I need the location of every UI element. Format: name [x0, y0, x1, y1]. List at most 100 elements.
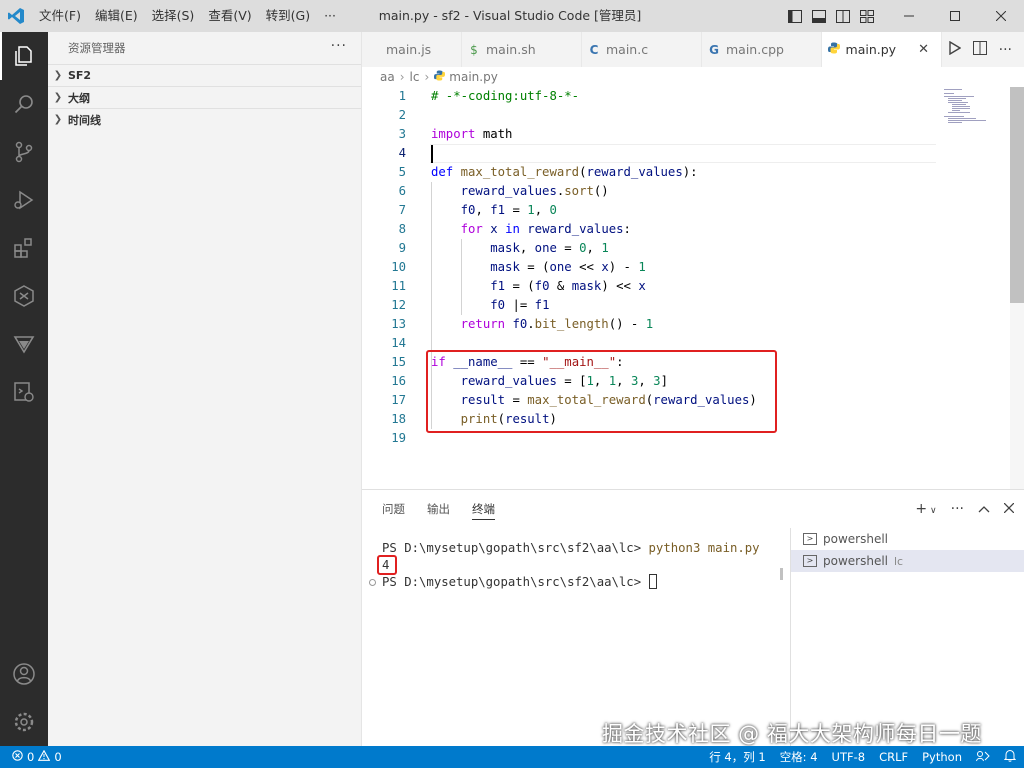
menu-selection[interactable]: 选择(S) [145, 0, 202, 32]
close-tab-icon[interactable]: ✕ [918, 42, 929, 57]
tab-main-sh[interactable]: $ main.sh [462, 32, 582, 67]
editor-more-icon[interactable]: ··· [999, 42, 1012, 58]
activity-bar [0, 32, 48, 746]
terminal-view[interactable]: PS D:\mysetup\gopath\src\sf2\aa\lc> pyth… [362, 528, 790, 747]
chevron-right-icon: ❯ [53, 114, 63, 125]
cursor-position[interactable]: 行 4，列 1 [709, 749, 765, 765]
git-graph-icon[interactable] [0, 272, 48, 320]
code-line: 6 reward_values.sort() [398, 184, 609, 198]
toggle-panel-icon[interactable] [810, 7, 828, 25]
code-editor[interactable]: 1 # -*-coding:utf-8-*- 2 3 import math 4 5… [362, 87, 1010, 489]
scrollbar-thumb[interactable] [1010, 87, 1024, 303]
section-label: 大纲 [68, 91, 90, 105]
vscode-logo-icon [0, 0, 32, 32]
watermark-text: 掘金技术社区 @ 福大大架构师每日一题 [602, 722, 982, 746]
bottom-panel: 问题 输出 终端 + ∨ ··· PS D:\mysetup\gopath\src… [362, 489, 1024, 747]
tab-main-c[interactable]: C main.c [582, 32, 702, 67]
maximize-button[interactable] [932, 0, 978, 32]
menu-file[interactable]: 文件(F) [32, 0, 88, 32]
close-panel-icon[interactable] [1003, 501, 1015, 517]
sidebar-section-outline[interactable]: ❯ 大纲 [48, 86, 361, 108]
indentation[interactable]: 空格: 4 [780, 749, 818, 765]
sidebar-section-timeline[interactable]: ❯ 时间线 [48, 108, 361, 130]
tab-terminal[interactable]: 终端 [472, 490, 495, 528]
notifications-bell-icon[interactable] [1003, 749, 1017, 765]
python-icon [826, 42, 842, 57]
annotation-highlight-box [377, 555, 397, 575]
maximize-panel-icon[interactable] [978, 501, 990, 517]
cpp-file-icon: G [709, 42, 719, 57]
tab-main-py[interactable]: main.py ✕ [822, 32, 942, 67]
tab-main-cpp[interactable]: G main.cpp [702, 32, 822, 67]
error-count: 0 [27, 750, 35, 764]
deploy-icon[interactable] [0, 320, 48, 368]
section-label: SF2 [68, 69, 92, 82]
warning-count: 0 [54, 750, 62, 764]
terminal-scrollbar[interactable] [780, 568, 783, 580]
toggle-sidebar-icon[interactable] [786, 7, 804, 25]
warning-icon [38, 749, 51, 764]
error-icon [12, 750, 23, 764]
c-file-icon: C [589, 42, 599, 57]
chevron-right-icon: ❯ [53, 70, 63, 81]
menu-bar: 文件(F) 编辑(E) 选择(S) 查看(V) 转到(G) ··· [32, 0, 343, 32]
explorer-icon[interactable] [0, 32, 48, 80]
tab-problems[interactable]: 问题 [382, 490, 405, 528]
code-line: 7 f0, f1 = 1, 0 [398, 203, 557, 217]
account-icon[interactable] [0, 650, 48, 698]
editor-scrollbar[interactable] [1010, 87, 1024, 489]
terminal-cursor [648, 574, 657, 589]
split-editor-icon[interactable] [972, 41, 987, 58]
code-line: 12 f0 |= f1 [391, 298, 550, 312]
terminal-icon: > [803, 555, 817, 567]
terminal-item[interactable]: > powershell [791, 528, 1024, 550]
extensions-icon[interactable] [0, 224, 48, 272]
code-line: 5 def max_total_reward(reward_values): [398, 165, 698, 179]
code-line: 9 mask, one = 0, 1 [398, 241, 609, 255]
editor-tabs: main.js $ main.sh C main.c G main.cpp ma… [362, 32, 1024, 67]
search-icon[interactable] [0, 80, 48, 128]
terminal-line: PS D:\mysetup\gopath\src\sf2\aa\lc> pyth… [382, 541, 760, 555]
sidebar-title: 资源管理器 [68, 41, 126, 55]
breadcrumb-item[interactable]: aa [380, 70, 395, 84]
feedback-icon[interactable] [976, 750, 990, 765]
remote-explorer-icon[interactable] [0, 368, 48, 416]
tab-main-js[interactable]: main.js [362, 32, 462, 67]
run-file-icon[interactable] [948, 40, 962, 58]
breadcrumb-item[interactable]: lc [410, 70, 420, 84]
toggle-secondary-sidebar-icon[interactable] [834, 7, 852, 25]
language-mode[interactable]: Python [922, 750, 962, 764]
code-line: 4 [398, 146, 406, 160]
sidebar-section-sf2[interactable]: ❯ SF2 [48, 64, 361, 86]
new-terminal-icon[interactable]: + ∨ [915, 501, 936, 517]
breadcrumb-item[interactable]: main.py [449, 70, 498, 84]
settings-gear-icon[interactable] [0, 698, 48, 746]
terminal-item[interactable]: > powershell lc [791, 550, 1024, 572]
code-line: 10 mask = (one << x) - 1 [391, 260, 646, 274]
panel-more-icon[interactable]: ··· [951, 501, 964, 517]
customize-layout-icon[interactable] [858, 7, 876, 25]
minimize-button[interactable] [886, 0, 932, 32]
problems-status[interactable]: 0 0 [0, 749, 62, 764]
command-decoration-icon [369, 579, 376, 586]
explorer-sidebar: 资源管理器 ··· ❯ SF2 ❯ 大纲 ❯ 时间线 [48, 32, 362, 746]
close-window-button[interactable] [978, 0, 1024, 32]
run-debug-icon[interactable] [0, 176, 48, 224]
minimap[interactable] [940, 87, 1010, 147]
source-control-icon[interactable] [0, 128, 48, 176]
menu-go[interactable]: 转到(G) [259, 0, 317, 32]
tab-label: main.cpp [726, 42, 784, 57]
code-line: 2 [398, 108, 406, 122]
tab-label: main.py [845, 42, 897, 57]
menu-edit[interactable]: 编辑(E) [88, 0, 145, 32]
chevron-right-icon: › [424, 70, 430, 84]
menu-view[interactable]: 查看(V) [201, 0, 258, 32]
sidebar-more-button[interactable]: ··· [331, 38, 347, 54]
end-of-line[interactable]: CRLF [879, 750, 908, 764]
terminal-line: PS D:\mysetup\gopath\src\sf2\aa\lc> [382, 574, 657, 591]
encoding[interactable]: UTF-8 [832, 750, 866, 764]
tab-output[interactable]: 输出 [427, 490, 450, 528]
annotation-highlight-box [426, 350, 777, 433]
menu-more[interactable]: ··· [317, 0, 343, 32]
code-line: 3 import math [398, 127, 513, 141]
